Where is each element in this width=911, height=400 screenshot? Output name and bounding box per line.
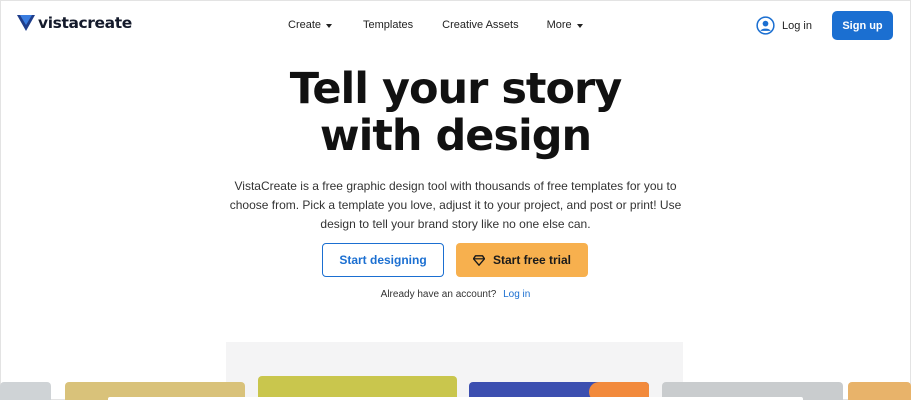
- account-prompt: Already have an account? Log in: [0, 289, 911, 300]
- hero-title: Tell your story with design: [0, 66, 911, 160]
- nav-creative-assets[interactable]: Creative Assets: [442, 19, 518, 31]
- start-designing-button[interactable]: Start designing: [322, 243, 444, 277]
- start-free-trial-label: Start free trial: [492, 253, 572, 267]
- hero-title-line-2: with design: [319, 111, 592, 161]
- user-circle-icon: [756, 16, 775, 35]
- account-prompt-text: Already have an account?: [380, 289, 497, 300]
- nav-templates-label: Templates: [363, 19, 414, 31]
- account-login-link[interactable]: Log in: [503, 289, 530, 300]
- chevron-down-icon: [576, 23, 583, 28]
- hero-description-line-2: choose from. Pick a template you love, a…: [229, 198, 682, 212]
- nav-create[interactable]: Create: [288, 19, 333, 31]
- nav-more[interactable]: More: [547, 19, 583, 31]
- login-label: Log in: [782, 19, 812, 32]
- nav-creative-assets-label: Creative Assets: [442, 19, 519, 31]
- signup-button[interactable]: Sign up: [832, 11, 893, 40]
- diamond-icon: [472, 254, 485, 266]
- start-free-trial-button[interactable]: Start free trial: [456, 243, 588, 277]
- hero-title-line-1: Tell your story: [289, 64, 623, 114]
- nav-more-label: More: [546, 19, 572, 31]
- top-navigation: vistacreate Create Templates Creative As…: [0, 0, 911, 52]
- vistacreate-logo[interactable]: vistacreate: [17, 14, 132, 32]
- login-link[interactable]: Log in: [756, 16, 812, 35]
- logo-wordmark: vistacreate: [38, 14, 132, 32]
- template-card[interactable]: [848, 382, 911, 400]
- nav-templates[interactable]: Templates: [363, 19, 413, 31]
- chevron-down-icon: [326, 23, 333, 28]
- logo-mark-icon: [17, 15, 35, 31]
- hero-description-line-1: VistaCreate is a free graphic design too…: [234, 179, 677, 193]
- hero-description: VistaCreate is a free graphic design too…: [200, 177, 711, 234]
- main-nav: Create Templates Creative Assets More: [288, 19, 583, 31]
- hero-description-line-3: design to tell your brand story like no …: [320, 217, 591, 231]
- template-card[interactable]: [0, 382, 51, 400]
- nav-create-label: Create: [288, 19, 322, 31]
